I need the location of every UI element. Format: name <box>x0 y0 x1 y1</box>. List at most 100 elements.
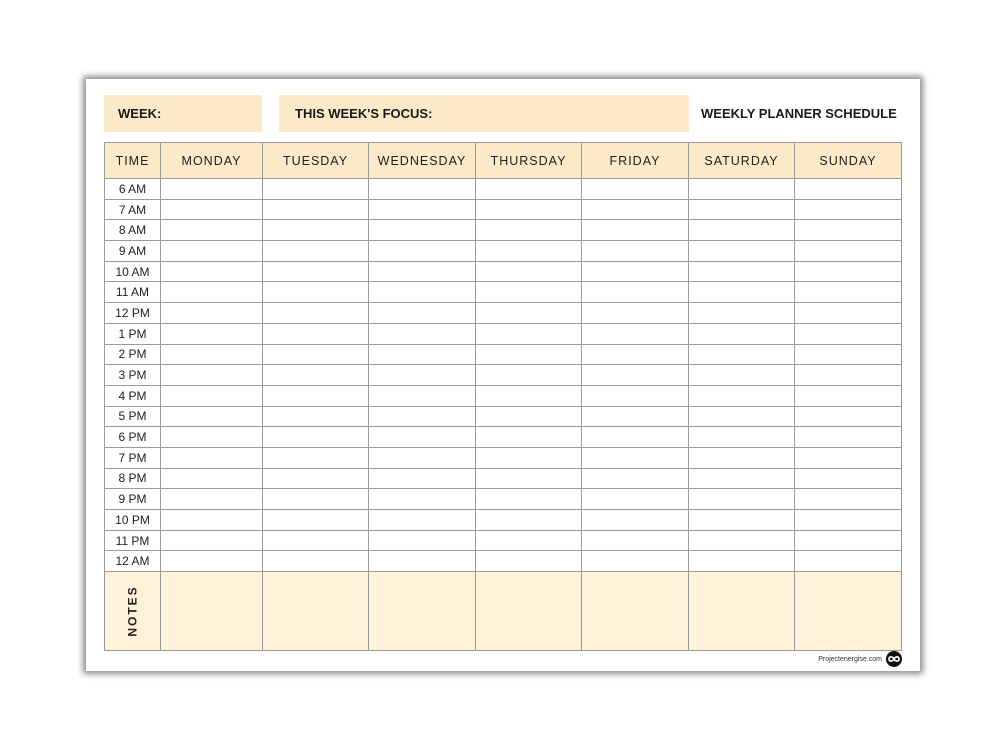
schedule-cell-monday[interactable] <box>160 343 263 366</box>
schedule-cell-saturday[interactable] <box>688 509 795 531</box>
schedule-cell-friday[interactable] <box>581 178 689 200</box>
schedule-cell-wednesday[interactable] <box>368 446 476 469</box>
schedule-cell-thursday[interactable] <box>475 446 582 469</box>
schedule-cell-tuesday[interactable] <box>262 529 369 552</box>
schedule-cell-wednesday[interactable] <box>368 260 476 283</box>
schedule-cell-tuesday[interactable] <box>262 364 369 386</box>
schedule-cell-friday[interactable] <box>581 240 689 262</box>
week-field[interactable]: WEEK: <box>104 95 262 132</box>
schedule-cell-tuesday[interactable] <box>262 260 369 283</box>
schedule-cell-sunday[interactable] <box>794 550 902 573</box>
schedule-cell-tuesday[interactable] <box>262 405 369 428</box>
schedule-cell-monday[interactable] <box>160 322 263 345</box>
schedule-cell-sunday[interactable] <box>794 281 902 304</box>
schedule-cell-thursday[interactable] <box>475 467 582 490</box>
schedule-cell-tuesday[interactable] <box>262 426 369 448</box>
schedule-cell-monday[interactable] <box>160 550 263 573</box>
schedule-cell-sunday[interactable] <box>794 446 902 469</box>
schedule-cell-thursday[interactable] <box>475 488 582 510</box>
schedule-cell-sunday[interactable] <box>794 322 902 345</box>
schedule-cell-sunday[interactable] <box>794 343 902 366</box>
schedule-cell-sunday[interactable] <box>794 178 902 200</box>
schedule-cell-sunday[interactable] <box>794 302 902 324</box>
schedule-cell-thursday[interactable] <box>475 364 582 386</box>
schedule-cell-saturday[interactable] <box>688 343 795 366</box>
schedule-cell-wednesday[interactable] <box>368 488 476 510</box>
schedule-cell-saturday[interactable] <box>688 405 795 428</box>
schedule-cell-monday[interactable] <box>160 509 263 531</box>
schedule-cell-thursday[interactable] <box>475 384 582 407</box>
schedule-cell-tuesday[interactable] <box>262 240 369 262</box>
schedule-cell-friday[interactable] <box>581 405 689 428</box>
schedule-cell-thursday[interactable] <box>475 343 582 366</box>
schedule-cell-sunday[interactable] <box>794 198 902 221</box>
schedule-cell-thursday[interactable] <box>475 198 582 221</box>
schedule-cell-thursday[interactable] <box>475 405 582 428</box>
schedule-cell-friday[interactable] <box>581 198 689 221</box>
notes-cell-thursday[interactable] <box>475 571 582 652</box>
schedule-cell-tuesday[interactable] <box>262 488 369 510</box>
schedule-cell-wednesday[interactable] <box>368 426 476 448</box>
schedule-cell-saturday[interactable] <box>688 322 795 345</box>
schedule-cell-saturday[interactable] <box>688 446 795 469</box>
schedule-cell-monday[interactable] <box>160 405 263 428</box>
schedule-cell-tuesday[interactable] <box>262 178 369 200</box>
schedule-cell-saturday[interactable] <box>688 302 795 324</box>
schedule-cell-monday[interactable] <box>160 198 263 221</box>
schedule-cell-thursday[interactable] <box>475 322 582 345</box>
schedule-cell-sunday[interactable] <box>794 488 902 510</box>
schedule-cell-tuesday[interactable] <box>262 446 369 469</box>
notes-cell-monday[interactable] <box>160 571 263 652</box>
schedule-cell-friday[interactable] <box>581 426 689 448</box>
schedule-cell-sunday[interactable] <box>794 405 902 428</box>
schedule-cell-thursday[interactable] <box>475 178 582 200</box>
schedule-cell-wednesday[interactable] <box>368 405 476 428</box>
schedule-cell-wednesday[interactable] <box>368 550 476 573</box>
schedule-cell-sunday[interactable] <box>794 384 902 407</box>
schedule-cell-saturday[interactable] <box>688 198 795 221</box>
schedule-cell-friday[interactable] <box>581 322 689 345</box>
notes-cell-friday[interactable] <box>581 571 689 652</box>
schedule-cell-thursday[interactable] <box>475 281 582 304</box>
schedule-cell-wednesday[interactable] <box>368 364 476 386</box>
schedule-cell-monday[interactable] <box>160 529 263 552</box>
schedule-cell-saturday[interactable] <box>688 529 795 552</box>
schedule-cell-thursday[interactable] <box>475 302 582 324</box>
schedule-cell-wednesday[interactable] <box>368 384 476 407</box>
schedule-cell-friday[interactable] <box>581 364 689 386</box>
schedule-cell-saturday[interactable] <box>688 178 795 200</box>
schedule-cell-tuesday[interactable] <box>262 343 369 366</box>
schedule-cell-thursday[interactable] <box>475 240 582 262</box>
notes-cell-saturday[interactable] <box>688 571 795 652</box>
schedule-cell-saturday[interactable] <box>688 240 795 262</box>
schedule-cell-monday[interactable] <box>160 364 263 386</box>
schedule-cell-friday[interactable] <box>581 260 689 283</box>
schedule-cell-thursday[interactable] <box>475 529 582 552</box>
schedule-cell-wednesday[interactable] <box>368 343 476 366</box>
schedule-cell-sunday[interactable] <box>794 240 902 262</box>
notes-cell-tuesday[interactable] <box>262 571 369 652</box>
schedule-cell-tuesday[interactable] <box>262 219 369 242</box>
schedule-cell-monday[interactable] <box>160 240 263 262</box>
schedule-cell-friday[interactable] <box>581 550 689 573</box>
schedule-cell-wednesday[interactable] <box>368 302 476 324</box>
schedule-cell-wednesday[interactable] <box>368 198 476 221</box>
schedule-cell-sunday[interactable] <box>794 509 902 531</box>
schedule-cell-thursday[interactable] <box>475 426 582 448</box>
schedule-cell-monday[interactable] <box>160 219 263 242</box>
schedule-cell-tuesday[interactable] <box>262 467 369 490</box>
schedule-cell-saturday[interactable] <box>688 488 795 510</box>
schedule-cell-monday[interactable] <box>160 467 263 490</box>
schedule-cell-saturday[interactable] <box>688 364 795 386</box>
schedule-cell-thursday[interactable] <box>475 260 582 283</box>
schedule-cell-tuesday[interactable] <box>262 550 369 573</box>
schedule-cell-sunday[interactable] <box>794 219 902 242</box>
schedule-cell-tuesday[interactable] <box>262 302 369 324</box>
schedule-cell-thursday[interactable] <box>475 219 582 242</box>
schedule-cell-monday[interactable] <box>160 281 263 304</box>
schedule-cell-saturday[interactable] <box>688 281 795 304</box>
schedule-cell-monday[interactable] <box>160 178 263 200</box>
schedule-cell-sunday[interactable] <box>794 364 902 386</box>
schedule-cell-wednesday[interactable] <box>368 281 476 304</box>
schedule-cell-sunday[interactable] <box>794 260 902 283</box>
